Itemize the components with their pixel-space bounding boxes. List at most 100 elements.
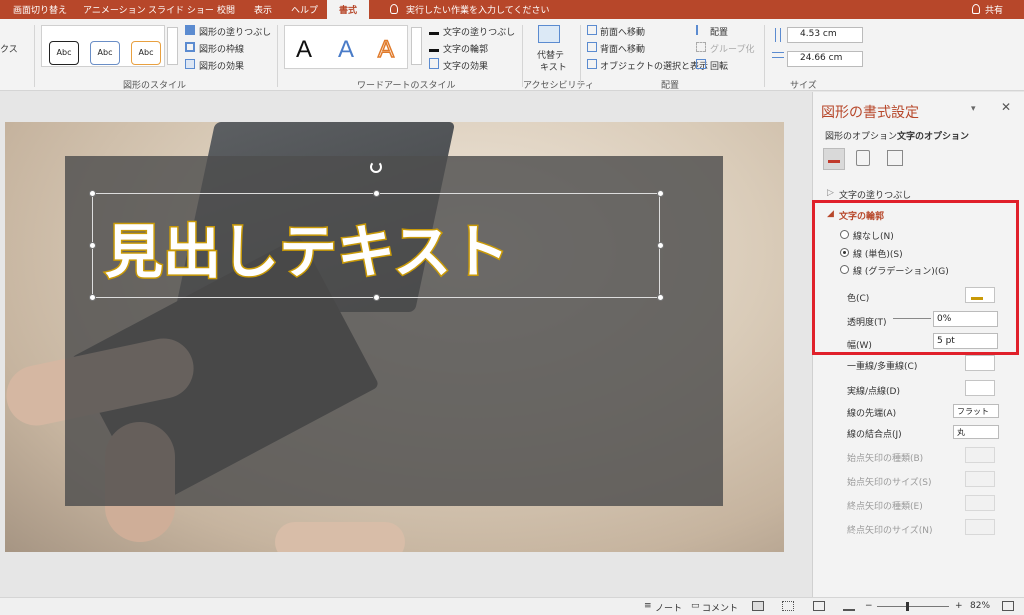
notes-button[interactable]: ノート bbox=[655, 601, 682, 614]
end-arrow-size-label: 終点矢印のサイズ(N) bbox=[847, 526, 933, 536]
join-type-label: 線の結合点(J) bbox=[847, 430, 902, 440]
wordart-group-label: ワードアートのスタイル bbox=[357, 81, 456, 91]
rotate-button[interactable]: 回転 bbox=[710, 59, 728, 72]
close-icon[interactable]: ✕ bbox=[1001, 100, 1011, 114]
align-icon bbox=[696, 25, 706, 35]
reading-view-icon[interactable] bbox=[813, 601, 825, 611]
slideshow-icon[interactable] bbox=[843, 601, 855, 611]
accessibility-group-label: アクセシビリティ bbox=[523, 81, 595, 91]
zoom-in-button[interactable]: + bbox=[955, 601, 963, 611]
wordart-sample-black[interactable]: A bbox=[296, 36, 312, 64]
textbox-tab-icon[interactable] bbox=[887, 150, 903, 166]
gallery-scroll-icon[interactable] bbox=[411, 27, 422, 65]
pane-menu-chevron-icon[interactable]: ▾ bbox=[971, 104, 976, 114]
tab-format[interactable]: 書式 bbox=[327, 0, 370, 19]
gallery-scroll-icon[interactable] bbox=[167, 27, 178, 65]
send-backward-icon bbox=[587, 42, 597, 52]
resize-handle[interactable] bbox=[89, 190, 96, 197]
zoom-out-button[interactable]: − bbox=[865, 601, 873, 611]
shape-effects-button[interactable]: 図形の効果 bbox=[199, 59, 244, 72]
width-input[interactable]: 24.66 cm bbox=[787, 51, 863, 67]
dash-type-picker[interactable] bbox=[965, 380, 995, 396]
text-a-icon bbox=[828, 151, 840, 163]
ribbon-tab-bar: 画面切り替え アニメーション スライド ショー 校閲 表示 ヘルプ 書式 実行し… bbox=[0, 0, 1024, 19]
group-button: グループ化 bbox=[710, 45, 755, 55]
comments-button[interactable]: コメント bbox=[702, 601, 738, 614]
resize-handle[interactable] bbox=[657, 190, 664, 197]
text-fill-button[interactable]: 文字の塗りつぶし bbox=[443, 25, 515, 38]
fit-to-window-icon[interactable] bbox=[1002, 601, 1014, 611]
shape-style-sample[interactable]: Abc bbox=[49, 41, 79, 65]
lightbulb-icon bbox=[390, 4, 398, 14]
end-arrow-size-picker bbox=[965, 519, 995, 535]
shape-style-sample[interactable]: Abc bbox=[90, 41, 120, 65]
align-button[interactable]: 配置 bbox=[710, 25, 728, 38]
text-effects-button[interactable]: 文字の効果 bbox=[443, 59, 488, 72]
selection-pane-icon bbox=[587, 59, 597, 69]
arrange-group-label: 配置 bbox=[661, 81, 680, 91]
shape-style-gallery[interactable]: Abc Abc Abc bbox=[41, 25, 165, 67]
user-icon bbox=[972, 4, 980, 14]
tell-me-search[interactable]: 実行したい作業を入力してください bbox=[406, 3, 549, 16]
cap-type-label: 線の先端(A) bbox=[847, 409, 897, 419]
begin-arrow-size-label: 始点矢印のサイズ(S) bbox=[847, 478, 932, 488]
begin-arrow-size-picker bbox=[965, 471, 995, 487]
shape-style-sample[interactable]: Abc bbox=[131, 41, 161, 65]
end-arrow-type-picker bbox=[965, 495, 995, 511]
rotate-handle-icon[interactable] bbox=[370, 161, 382, 173]
begin-arrow-type-picker bbox=[965, 447, 995, 463]
pane-title: 図形の書式設定 bbox=[821, 105, 919, 121]
resize-handle[interactable] bbox=[373, 294, 380, 301]
height-input[interactable]: 4.53 cm bbox=[787, 27, 863, 43]
bring-forward-button[interactable]: 前面へ移動 bbox=[600, 25, 645, 38]
tab-review[interactable]: 校閲 bbox=[217, 3, 235, 16]
collapse-arrow-icon[interactable]: ▷ bbox=[827, 188, 834, 198]
zoom-slider-thumb[interactable] bbox=[906, 602, 909, 611]
text-effects-icon bbox=[429, 58, 439, 69]
shape-outline-button[interactable]: 図形の枠線 bbox=[199, 42, 244, 55]
send-backward-button[interactable]: 背面へ移動 bbox=[600, 42, 645, 55]
width-icon bbox=[772, 52, 784, 58]
tab-help[interactable]: ヘルプ bbox=[291, 3, 318, 16]
join-type-select[interactable]: 丸 bbox=[953, 425, 999, 439]
paint-bucket-icon bbox=[185, 25, 195, 35]
headline-text[interactable]: 見出しテキスト bbox=[103, 205, 510, 289]
alt-text-icon bbox=[538, 25, 560, 43]
height-icon bbox=[775, 28, 781, 42]
tab-animations[interactable]: アニメーション bbox=[83, 3, 146, 16]
resize-handle[interactable] bbox=[657, 242, 664, 249]
normal-view-icon[interactable] bbox=[752, 601, 764, 611]
group-icon bbox=[696, 42, 706, 52]
tab-view[interactable]: 表示 bbox=[254, 3, 272, 16]
ribbon-cut-label[interactable]: クス bbox=[0, 42, 18, 55]
tab-slideshow[interactable]: スライド ショー bbox=[148, 3, 214, 16]
alt-text-button-line2[interactable]: キスト bbox=[540, 60, 567, 73]
resize-handle[interactable] bbox=[89, 242, 96, 249]
wordart-sample-orange[interactable]: A bbox=[377, 35, 395, 64]
zoom-level[interactable]: 82% bbox=[970, 601, 990, 611]
size-group-label: サイズ bbox=[790, 81, 817, 91]
wordart-sample-blue[interactable]: A bbox=[338, 36, 354, 64]
share-button[interactable]: 共有 bbox=[985, 3, 1003, 16]
tab-text-options[interactable]: 文字のオプション bbox=[897, 129, 969, 142]
highlight-frame bbox=[812, 200, 1019, 355]
tab-shape-options[interactable]: 図形のオプション bbox=[825, 129, 897, 142]
tab-transitions[interactable]: 画面切り替え bbox=[13, 3, 67, 16]
resize-handle[interactable] bbox=[373, 190, 380, 197]
resize-handle[interactable] bbox=[89, 294, 96, 301]
comments-icon: ▭ bbox=[691, 601, 700, 611]
selection-pane-button[interactable]: オブジェクトの選択と表示 bbox=[600, 59, 708, 72]
end-arrow-type-label: 終点矢印の種類(E) bbox=[847, 502, 923, 512]
resize-handle[interactable] bbox=[657, 294, 664, 301]
notes-icon: ≡ bbox=[644, 601, 652, 611]
begin-arrow-type-label: 始点矢印の種類(B) bbox=[847, 454, 924, 464]
slide-sorter-icon[interactable] bbox=[782, 601, 794, 611]
shape-styles-group-label: 図形のスタイル bbox=[123, 81, 187, 91]
text-outline-button[interactable]: 文字の輪郭 bbox=[443, 42, 488, 55]
zoom-slider[interactable] bbox=[877, 606, 949, 607]
cap-type-select[interactable]: フラット bbox=[953, 404, 999, 418]
wordart-gallery[interactable]: A A A bbox=[284, 25, 408, 69]
text-effects-tab-icon[interactable] bbox=[856, 150, 870, 166]
shape-fill-button[interactable]: 図形の塗りつぶし bbox=[199, 25, 271, 38]
compound-type-picker[interactable] bbox=[965, 355, 995, 371]
